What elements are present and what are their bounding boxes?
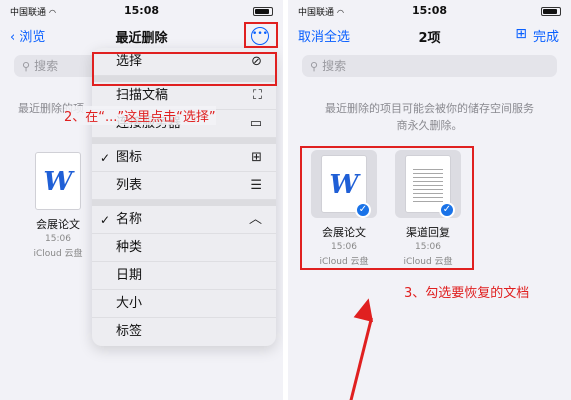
grid-icon: ⊞ [251, 150, 262, 165]
status-bar: 中国联通 ◠ 15:08 [0, 0, 283, 22]
highlight-select-item [92, 52, 277, 86]
arrow-head-icon [353, 295, 379, 323]
file-date: 15:06 [45, 234, 71, 244]
info-line-2: 商永久删除。 [396, 119, 463, 132]
page-title: 最近删除 [115, 31, 168, 46]
status-bar: 中国联通 ◠ 15:08 [288, 0, 571, 22]
check-icon: ✓ [100, 213, 111, 227]
highlight-selected-files [300, 146, 474, 270]
grid-view-icon[interactable]: ⊞ [515, 26, 527, 42]
nav-bar: ‹ 浏览 最近删除 ••• [0, 22, 283, 50]
menu-item-tags[interactable]: 标签 [92, 318, 276, 346]
word-doc-icon: W [35, 152, 81, 210]
scan-icon: ⛶ [252, 88, 262, 103]
battery-icon [541, 7, 561, 16]
done-button[interactable]: 完成 [533, 26, 559, 45]
info-line-1: 最近删除的项目可能会被你的储存空间服务 [325, 102, 534, 115]
clock: 15:08 [123, 4, 159, 17]
search-icon: ⚲ [310, 60, 319, 73]
server-icon: ▭ [249, 116, 262, 131]
info-text: 最近删除的项目可能会被你的储存空间服务 商永久删除。 [306, 100, 553, 134]
menu-item-list[interactable]: 列表 ☰ [92, 172, 276, 200]
menu-item-icons[interactable]: ✓ 图标 ⊞ [92, 144, 276, 172]
file-item[interactable]: W 会展论文 15:06 iCloud 云盘 [18, 152, 98, 259]
annotation-step-3: 3、勾选要恢复的文档 [404, 286, 530, 301]
context-menu: 选择⊘ 扫描文稿⛶ 连接服务器▭ ✓图标⊞ 列表☰ ✓名称︿ 种类 日期 大小 … [92, 48, 276, 346]
chevron-up-icon: ︿ [248, 212, 262, 227]
menu-item-date[interactable]: 日期 [92, 262, 276, 290]
list-icon: ☰ [250, 178, 262, 193]
battery-icon [253, 7, 273, 16]
highlight-more-button [244, 22, 278, 48]
check-icon: ✓ [100, 151, 111, 165]
menu-item-name[interactable]: ✓ 名称 ︿ [92, 206, 276, 234]
annotation-step-2: 2、在“...”这里点击“选择” [64, 106, 216, 125]
clock: 15:08 [411, 4, 447, 17]
search-input[interactable]: ⚲ 搜索 [302, 55, 557, 77]
menu-item-size[interactable]: 大小 [92, 290, 276, 318]
search-icon: ⚲ [22, 60, 31, 73]
file-name: 会展论文 [36, 218, 80, 231]
page-title: 2项 [418, 31, 441, 46]
arrow-line [349, 317, 373, 400]
nav-bar: 取消全选 2项 ⊞ 完成 [288, 22, 571, 50]
right-screen: 中国联通 ◠ 15:08 取消全选 2项 ⊞ 完成 ⚲ 搜索 最近删除的项目可能会被… [288, 0, 571, 400]
left-screen: 中国联通 ◠ 15:08 ‹ 浏览 最近删除 ••• ⚲ 搜索 最近删除的项 W 会… [0, 0, 283, 400]
file-location: iCloud 云盘 [33, 249, 83, 259]
menu-item-kind[interactable]: 种类 [92, 234, 276, 262]
